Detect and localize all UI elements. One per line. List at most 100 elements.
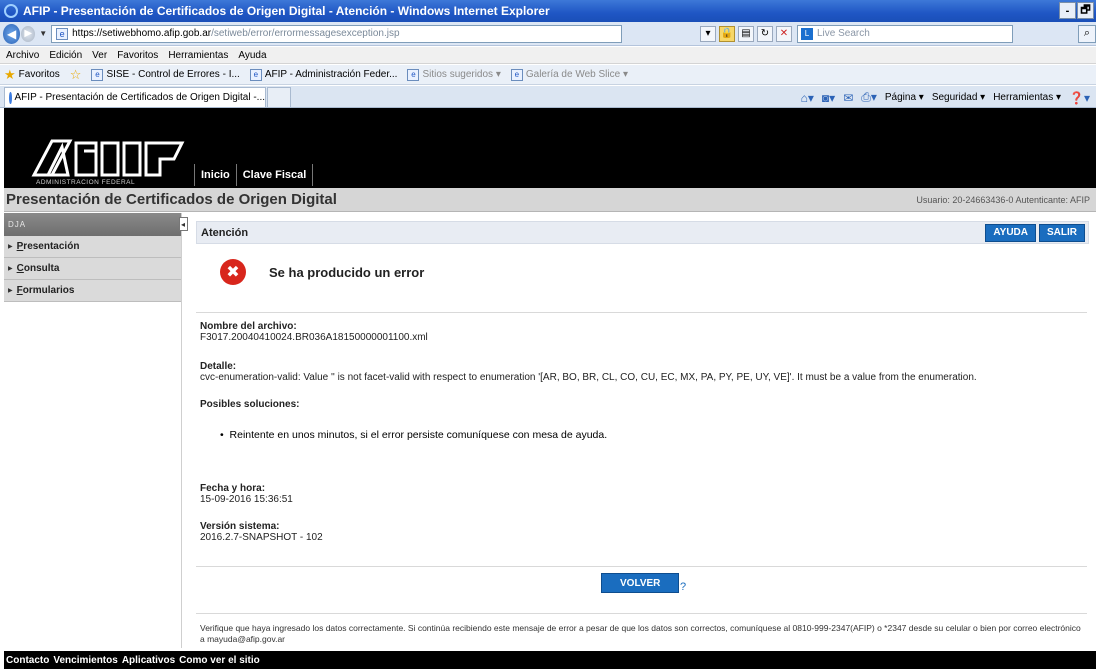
menu-pagina[interactable]: Página ▾ (885, 92, 924, 103)
datetime-field: Fecha y hora: 15-09-2016 15:36:51 (200, 483, 293, 505)
new-tab-button[interactable] (267, 87, 291, 107)
sidebar-item-presentacion[interactable]: ▶ Presentación (4, 236, 181, 258)
page-icon: e (249, 68, 262, 81)
footer-contacto[interactable]: Contacto (6, 655, 49, 666)
detail-field: Detalle: cvc-enumeration-valid: Value ''… (200, 361, 1089, 383)
lock-icon[interactable]: 🔒 (719, 25, 735, 42)
star-icon: ★ (4, 66, 16, 82)
maximize-button[interactable]: 🗗 (1077, 2, 1094, 19)
help-icon[interactable]: ❓▾ (1069, 91, 1090, 105)
logo-subtitle: ADMINISTRACION FEDERAL (36, 179, 136, 186)
search-input[interactable]: L Live Search (797, 24, 1013, 43)
address-dropdown-icon[interactable]: ▾ (700, 25, 716, 42)
page-icon: e (510, 68, 523, 81)
sidebar-item-label: resentación (23, 241, 80, 252)
menu-favoritos[interactable]: Favoritos (117, 50, 158, 61)
window-controls: - 🗗 (1059, 2, 1094, 19)
header-buttons: AYUDA SALIR (985, 223, 1085, 242)
fav-item-afip[interactable]: e AFIP - Administración Feder... (249, 68, 398, 81)
afip-logo[interactable]: ADMINISTRACION FEDERAL (4, 139, 194, 189)
command-bar: ⌂▾ ◙▾ ✉ ⎙▾ Página ▾ Seguridad ▾ Herramie… (801, 90, 1090, 105)
mail-icon[interactable]: ✉ (843, 91, 853, 105)
exit-button[interactable]: SALIR (1039, 223, 1085, 242)
footer-vencimientos[interactable]: Vencimientos (53, 655, 117, 666)
sidebar-item-label: onsulta (23, 263, 60, 274)
user-info: Usuario: 20-24663436-0 Autenticante: AFI… (916, 195, 1090, 205)
sidebar-header-label: DJA (8, 220, 27, 229)
address-toolbar: ◀ ▶ ▼ e https://setiwebhomo.afip.gob.ar /… (0, 22, 1096, 46)
footer-como-ver[interactable]: Como ver el sitio (179, 655, 260, 666)
fav-item-webslice[interactable]: e Galería de Web Slice ▾ (510, 68, 628, 81)
sidebar: DJA ◂ ▶ Presentación ▶ Consulta ▶ Formul… (4, 213, 188, 648)
file-value: F3017.20040410024.BR036A18150000001100.x… (200, 332, 428, 343)
add-favorite-icon[interactable]: ☆ (70, 67, 82, 83)
menu-ver[interactable]: Ver (92, 50, 107, 61)
print-icon[interactable]: ⎙▾ (861, 90, 877, 105)
menu-archivo[interactable]: Archivo (6, 50, 39, 61)
menu-edicion[interactable]: Edición (49, 50, 82, 61)
menu-seguridad[interactable]: Seguridad ▾ (932, 92, 985, 103)
address-input[interactable]: e https://setiwebhomo.afip.gob.ar/setiwe… (51, 24, 622, 43)
history-dropdown-icon[interactable]: ▼ (39, 29, 47, 38)
feeds-icon[interactable]: ◙▾ (822, 91, 835, 105)
footer: Contacto Vencimientos Aplicativos Como v… (4, 651, 1096, 669)
datetime-value: 15-09-2016 15:36:51 (200, 494, 293, 505)
window-titlebar: AFIP - Presentación de Certificados de O… (0, 0, 1096, 22)
fav-item-label: Sitios sugeridos ▾ (422, 69, 501, 80)
favorites-label: Favoritos (18, 69, 60, 80)
compat-view-icon[interactable]: ▤ (738, 25, 754, 42)
divider (196, 566, 1087, 567)
help-question-link[interactable]: ? (680, 581, 686, 593)
attention-bar: Atención AYUDA SALIR (196, 221, 1089, 244)
fav-item-sitios[interactable]: e Sitios sugeridos ▾ (407, 68, 501, 81)
arrow-right-icon: ▶ (8, 266, 13, 272)
nav-inicio[interactable]: Inicio (194, 164, 236, 186)
forward-arrow-icon[interactable]: ▶ (21, 25, 36, 42)
window-title: AFIP - Presentación de Certificados de O… (23, 4, 550, 18)
solution-item: • Reintente en unos minutos, si el error… (220, 429, 607, 441)
sidebar-header: DJA ◂ (4, 213, 188, 236)
sidebar-item-formularios[interactable]: ▶ Formularios (4, 280, 181, 302)
back-arrow-icon[interactable]: ◀ (3, 23, 21, 44)
live-search-icon: L (801, 27, 813, 40)
solutions-label: Posibles soluciones: (200, 399, 300, 410)
menu-ayuda[interactable]: Ayuda (238, 50, 266, 61)
page-icon: e (56, 27, 69, 40)
page-title: Presentación de Certificados de Origen D… (6, 191, 337, 208)
arrow-right-icon: ▶ (8, 244, 13, 250)
address-tools: ▾ 🔒 ▤ ↻ ✕ L Live Search ⌕ (700, 24, 1096, 43)
footnote-text: Verifique que haya ingresado los datos c… (200, 623, 1081, 644)
detail-label: Detalle: (200, 361, 237, 372)
error-header: ✖ Se ha producido un error (220, 259, 424, 285)
minimize-button[interactable]: - (1059, 2, 1076, 19)
afip-nav: Inicio Clave Fiscal (194, 164, 314, 186)
favorites-button[interactable]: ★ Favoritos (4, 67, 60, 83)
stop-icon[interactable]: ✕ (776, 25, 792, 42)
collapse-sidebar-icon[interactable]: ◂ (179, 217, 188, 231)
menu-herramientas-cmd[interactable]: Herramientas ▾ (993, 92, 1061, 103)
search-magnifier-icon[interactable]: ⌕ (1078, 24, 1096, 43)
error-title: Se ha producido un error (269, 264, 425, 280)
menu-herramientas[interactable]: Herramientas (168, 50, 228, 61)
help-button[interactable]: AYUDA (985, 223, 1036, 242)
tab-label: AFIP - Presentación de Certificados de O… (14, 92, 265, 103)
fav-item-sise[interactable]: e SISE - Control de Errores - I... (91, 68, 240, 81)
tab-afip[interactable]: AFIP - Presentación de Certificados de O… (4, 87, 266, 107)
detail-value: cvc-enumeration-valid: Value '' is not f… (200, 372, 977, 383)
sidebar-item-consulta[interactable]: ▶ Consulta (4, 258, 181, 280)
refresh-icon[interactable]: ↻ (757, 25, 773, 42)
fav-item-label: AFIP - Administración Feder... (264, 69, 398, 80)
menu-bar: Archivo Edición Ver Favoritos Herramient… (0, 47, 1096, 64)
afip-logo-icon (31, 139, 185, 177)
home-icon[interactable]: ⌂▾ (801, 91, 814, 105)
footer-aplicativos[interactable]: Aplicativos (122, 655, 175, 666)
page-icon: e (91, 68, 104, 81)
version-field: Versión sistema: 2016.2.7-SNAPSHOT - 102 (200, 521, 323, 543)
bullet-icon: • (220, 429, 224, 441)
back-button[interactable]: VOLVER (601, 573, 680, 593)
url-host: https://setiwebhomo.afip.gob.ar (72, 28, 212, 39)
fav-item-label: Galería de Web Slice ▾ (525, 69, 628, 80)
sidebar-item-accesskey: C (16, 263, 24, 274)
nav-clave-fiscal[interactable]: Clave Fiscal (235, 164, 314, 186)
file-field: Nombre del archivo: F3017.20040410024.BR… (200, 321, 428, 343)
